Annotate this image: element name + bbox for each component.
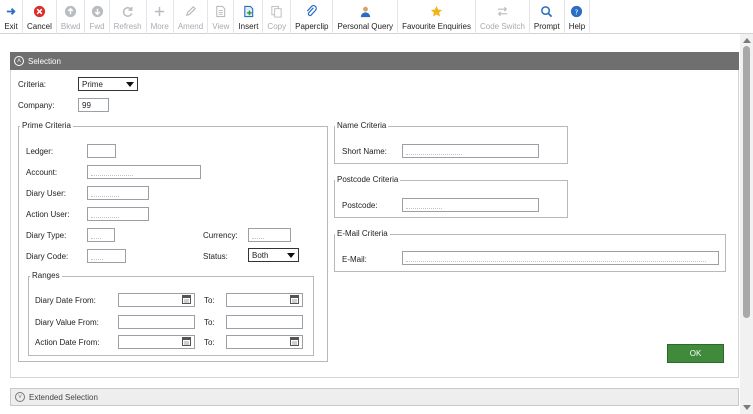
forward-icon xyxy=(90,4,104,18)
expand-chevron-icon[interactable]: ˅ xyxy=(15,392,25,402)
ledger-label: Ledger: xyxy=(26,147,54,156)
status-select[interactable]: Both xyxy=(248,248,299,262)
criteria-label: Criteria: xyxy=(18,80,47,89)
refresh-button[interactable]: Refresh xyxy=(110,0,147,34)
selection-title: Selection xyxy=(28,56,61,66)
short-name-input[interactable] xyxy=(402,144,539,158)
company-label: Company: xyxy=(18,101,55,110)
pencil-icon xyxy=(184,4,198,18)
account-label: Account: xyxy=(26,168,58,177)
diary-date-to-label: To: xyxy=(204,296,215,305)
currency-label: Currency: xyxy=(203,231,238,240)
exit-button[interactable]: Exit xyxy=(0,0,23,34)
criteria-select[interactable]: Prime xyxy=(78,77,138,91)
ranges-title: Ranges xyxy=(30,271,62,280)
help-button[interactable]: ? Help xyxy=(565,0,591,34)
diary-code-input[interactable] xyxy=(87,249,126,263)
action-date-from-label: Action Date From: xyxy=(35,338,100,347)
switch-arrows-icon xyxy=(495,4,509,18)
refresh-icon xyxy=(121,4,135,18)
plus-icon xyxy=(153,4,167,18)
calendar-icon[interactable] xyxy=(182,337,191,346)
extended-selection-panel-header[interactable]: ˅ Extended Selection xyxy=(10,388,739,406)
calendar-icon[interactable] xyxy=(290,337,299,346)
action-date-to-label: To: xyxy=(204,338,215,347)
action-user-label: Action User: xyxy=(26,210,70,219)
paperclip-icon xyxy=(305,4,319,18)
copy-icon xyxy=(270,4,284,18)
diary-user-input[interactable] xyxy=(87,186,149,200)
calendar-icon[interactable] xyxy=(290,295,299,304)
view-button[interactable]: View xyxy=(208,0,235,34)
code-switch-button[interactable]: Code Switch xyxy=(476,0,530,34)
diary-value-from-input[interactable] xyxy=(118,315,195,329)
ledger-input[interactable] xyxy=(87,144,116,158)
diary-code-label: Diary Code: xyxy=(26,252,69,261)
email-label: E-Mail: xyxy=(342,255,367,264)
backward-button[interactable]: Bkwd xyxy=(57,0,86,34)
personal-query-button[interactable]: Personal Query xyxy=(333,0,399,34)
postcode-input[interactable] xyxy=(402,198,539,212)
document-icon xyxy=(214,4,228,18)
name-criteria-title: Name Criteria xyxy=(335,121,389,130)
diary-type-label: Diary Type: xyxy=(26,231,67,240)
chevron-down-icon xyxy=(126,81,134,87)
postcode-label: Postcode: xyxy=(342,201,378,210)
prime-criteria-title: Prime Criteria xyxy=(20,121,73,130)
short-name-label: Short Name: xyxy=(342,147,387,156)
extended-selection-title: Extended Selection xyxy=(29,392,98,402)
cancel-button[interactable]: Cancel xyxy=(23,0,57,34)
email-input[interactable] xyxy=(402,251,719,265)
vertical-scrollbar[interactable] xyxy=(740,34,753,414)
help-icon: ? xyxy=(570,4,584,18)
backward-icon xyxy=(64,4,78,18)
svg-text:?: ? xyxy=(575,7,579,16)
diary-value-to-input[interactable] xyxy=(226,315,303,329)
diary-value-to-label: To: xyxy=(204,318,215,327)
postcode-criteria-title: Postcode Criteria xyxy=(335,175,401,184)
diary-type-input[interactable] xyxy=(87,228,115,242)
amend-button[interactable]: Amend xyxy=(174,0,209,34)
copy-button[interactable]: Copy xyxy=(263,0,292,34)
magnifier-icon xyxy=(540,4,554,18)
currency-input[interactable] xyxy=(248,228,291,242)
prompt-button[interactable]: Prompt xyxy=(530,0,565,34)
email-criteria-title: E-Mail Criteria xyxy=(335,229,390,238)
selection-panel-header[interactable]: ˄ Selection xyxy=(10,52,739,70)
scrollbar-thumb[interactable] xyxy=(743,46,750,318)
action-user-input[interactable] xyxy=(87,207,149,221)
favourite-enquiries-button[interactable]: Favourite Enquiries xyxy=(398,0,476,34)
account-input[interactable] xyxy=(87,165,201,179)
insert-document-icon xyxy=(241,4,255,18)
cancel-icon xyxy=(32,4,46,18)
collapse-chevron-icon[interactable]: ˄ xyxy=(14,56,24,66)
scroll-down-icon[interactable] xyxy=(743,405,751,410)
forward-button[interactable]: Fwd xyxy=(85,0,110,34)
chevron-down-icon xyxy=(287,252,295,258)
ok-button[interactable]: OK xyxy=(667,344,724,363)
insert-button[interactable]: Insert xyxy=(234,0,264,34)
calendar-icon[interactable] xyxy=(182,295,191,304)
scroll-up-icon[interactable] xyxy=(743,38,751,43)
toolbar: Exit Cancel Bkwd Fwd Refresh More Amend … xyxy=(0,0,753,34)
star-icon xyxy=(430,4,444,18)
status-label: Status: xyxy=(203,252,228,261)
diary-date-from-label: Diary Date From: xyxy=(35,296,96,305)
company-input[interactable]: 99 xyxy=(78,98,109,112)
paperclip-button[interactable]: Paperclip xyxy=(291,0,334,34)
more-button[interactable]: More xyxy=(147,0,174,34)
person-icon xyxy=(358,4,372,18)
diary-value-from-label: Diary Value From: xyxy=(35,318,99,327)
exit-icon xyxy=(4,4,18,18)
diary-user-label: Diary User: xyxy=(26,189,67,198)
